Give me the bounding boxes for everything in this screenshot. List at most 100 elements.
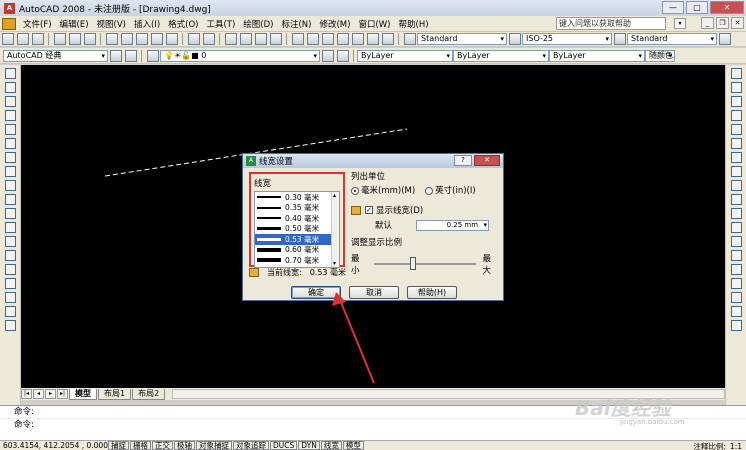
mirror-icon[interactable] (730, 96, 742, 107)
copy-icon[interactable] (120, 33, 133, 45)
multileader-style-icon[interactable] (718, 33, 731, 45)
save-icon[interactable] (31, 33, 44, 45)
point-icon[interactable] (4, 250, 16, 261)
stretch-icon[interactable] (730, 180, 742, 191)
color-select[interactable]: ByLayer (357, 49, 453, 62)
extend-icon[interactable] (730, 208, 742, 219)
table-icon[interactable] (4, 306, 16, 317)
help-button[interactable]: 帮助(H) (407, 286, 457, 299)
lineweight-option[interactable]: 0.40 毫米 (255, 213, 339, 224)
construction-line-icon[interactable] (4, 82, 16, 93)
draw-order-icon[interactable] (730, 306, 742, 317)
break-icon[interactable] (730, 236, 742, 247)
lineweight-option[interactable]: 0.35 毫米 (255, 203, 339, 214)
line-icon[interactable] (4, 68, 16, 79)
prev-tab-button[interactable]: ◂ (33, 389, 44, 399)
menu-edit[interactable]: 编辑(E) (56, 18, 93, 30)
annotation-scale-value[interactable]: 1:1 (730, 442, 742, 450)
close-button[interactable]: ✕ (710, 1, 744, 14)
fillet-icon[interactable] (730, 278, 742, 289)
array-icon[interactable] (730, 124, 742, 135)
layer-select[interactable]: 💡☀🔓■ 0 (160, 49, 320, 62)
lineweight-select[interactable]: ByLayer (549, 49, 645, 62)
next-tab-button[interactable]: ▸ (45, 389, 56, 399)
block-editor-icon[interactable] (165, 33, 178, 45)
otrack-toggle[interactable]: 对象追踪 (233, 441, 269, 450)
save-workspace-icon[interactable] (124, 49, 137, 62)
minimize-button[interactable]: — (662, 1, 684, 14)
menu-insert[interactable]: 插入(I) (130, 18, 164, 30)
scale-icon[interactable] (730, 166, 742, 177)
table-style-select[interactable]: Standard (627, 33, 717, 45)
model-toggle[interactable]: 模型 (342, 441, 364, 450)
explode-icon[interactable] (730, 292, 742, 303)
display-scale-slider[interactable] (373, 257, 477, 270)
document-icon[interactable] (2, 17, 16, 30)
new-icon[interactable] (1, 33, 14, 45)
table-style-icon[interactable] (613, 33, 626, 45)
unit-in-radio[interactable]: 英寸(in)(I) (425, 184, 476, 196)
dialog-help-icon[interactable]: ? (454, 155, 472, 166)
hatch-icon[interactable] (4, 264, 16, 275)
move-icon[interactable] (730, 138, 742, 149)
preview-icon[interactable] (68, 33, 81, 45)
help-search-input[interactable]: 键入问题以获取帮助 (556, 17, 666, 30)
tool-palettes-icon[interactable] (321, 33, 334, 45)
lineweight-option[interactable]: 0.70 毫米 (255, 255, 339, 266)
polygon-icon[interactable] (4, 110, 16, 121)
dyn-toggle[interactable]: DYN (298, 441, 320, 450)
workspace-select[interactable]: AutoCAD 经典 (3, 49, 108, 62)
sheet-set-icon[interactable] (336, 33, 349, 45)
workspace-settings-icon[interactable] (109, 49, 122, 62)
dim-style-select[interactable]: ISO-25 (522, 33, 612, 45)
lineweights-list[interactable]: 0.30 毫米 0.35 毫米 0.40 毫米 0.50 毫米 0.53 毫米 0.60 … (254, 191, 340, 268)
spline-icon[interactable] (4, 180, 16, 191)
multiline-text-icon[interactable] (4, 320, 16, 331)
plot-icon[interactable] (53, 33, 66, 45)
cut-icon[interactable] (105, 33, 118, 45)
display-lineweight-checkbox[interactable]: ✓ 显示线宽(D) (351, 204, 499, 216)
design-center-icon[interactable] (306, 33, 319, 45)
ellipse-icon[interactable] (4, 194, 16, 205)
doc-restore-button[interactable]: ❐ (716, 17, 729, 29)
coordinate-readout[interactable]: 603.4154, 412.2054 , 0.0000 (0, 441, 113, 450)
menu-tools[interactable]: 工具(T) (202, 18, 239, 30)
text-style-icon[interactable] (403, 33, 416, 45)
trim-icon[interactable] (730, 194, 742, 205)
erase-icon[interactable] (730, 68, 742, 79)
tab-layout2[interactable]: 布局2 (132, 388, 166, 400)
make-current-layer-icon[interactable] (321, 49, 334, 62)
markup-icon[interactable] (351, 33, 364, 45)
publish-icon[interactable] (83, 33, 96, 45)
doc-minimize-button[interactable]: _ (701, 17, 714, 29)
lineweight-toggle[interactable]: 线宽 (320, 441, 342, 450)
region-icon[interactable] (4, 292, 16, 303)
ducs-toggle[interactable]: DUCS (270, 441, 298, 450)
grid-toggle[interactable]: 栅格 (130, 441, 151, 450)
help-icon[interactable] (381, 33, 394, 45)
offset-icon[interactable] (730, 110, 742, 121)
last-tab-button[interactable]: ▸| (57, 389, 68, 399)
join-icon[interactable] (730, 250, 742, 261)
layer-previous-icon[interactable] (336, 49, 349, 62)
dialog-close-button[interactable]: ✕ (474, 155, 500, 166)
menu-draw[interactable]: 绘图(D) (239, 18, 277, 30)
zoom-previous-icon[interactable] (269, 33, 282, 45)
gradient-icon[interactable] (4, 278, 16, 289)
rectangle-icon[interactable] (4, 124, 16, 135)
lineweight-option[interactable]: 0.53 毫米 (255, 234, 339, 245)
object-snap-icon[interactable] (730, 320, 742, 331)
pan-icon[interactable] (224, 33, 237, 45)
tab-layout1[interactable]: 布局1 (98, 388, 132, 400)
plot-style-select[interactable]: 随颜色 (645, 49, 675, 62)
arc-icon[interactable] (4, 138, 16, 149)
ortho-toggle[interactable]: 正交 (152, 441, 173, 450)
tab-model[interactable]: 模型 (69, 388, 97, 400)
ellipse-arc-icon[interactable] (4, 208, 16, 219)
lineweights-scrollbar[interactable] (331, 192, 339, 267)
snap-toggle[interactable]: 捕捉 (108, 441, 129, 450)
polar-toggle[interactable]: 极轴 (174, 441, 195, 450)
ok-button[interactable]: 确定 (291, 286, 341, 299)
help-search-arrow-icon[interactable]: ▾ (674, 18, 686, 29)
revision-cloud-icon[interactable] (4, 166, 16, 177)
